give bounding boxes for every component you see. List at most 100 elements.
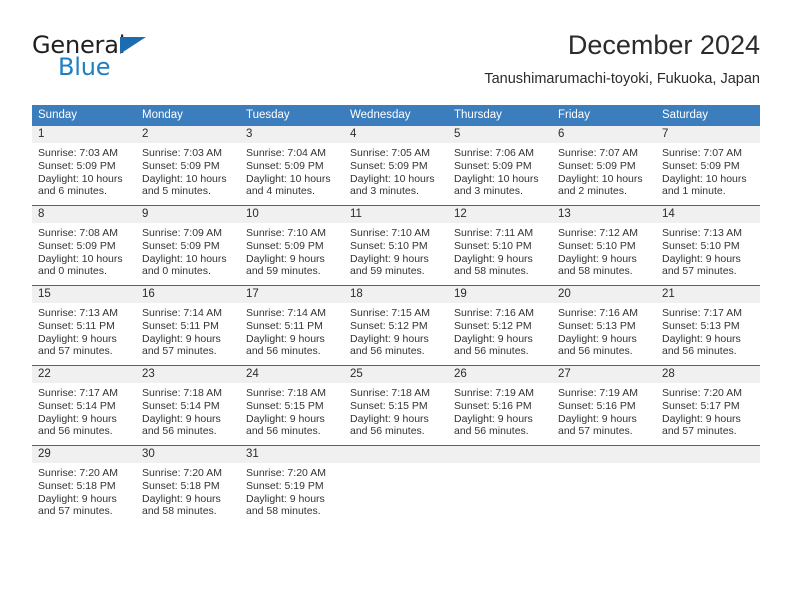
sunset-text: Sunset: 5:09 PM <box>38 239 116 252</box>
sunset-text: Sunset: 5:10 PM <box>454 239 532 252</box>
sunset-text: Sunset: 5:18 PM <box>142 479 220 492</box>
day-cell[interactable]: 12 Sunrise: 7:11 AM Sunset: 5:10 PM Dayligh… <box>448 206 552 277</box>
day-cell[interactable]: 23 Sunrise: 7:18 AM Sunset: 5:14 PM Dayligh… <box>136 366 240 437</box>
day-cell[interactable]: 3 Sunrise: 7:04 AM Sunset: 5:09 PM Daylight… <box>240 126 344 197</box>
day-cell[interactable]: 17 Sunrise: 7:14 AM Sunset: 5:11 PM Dayligh… <box>240 286 344 357</box>
title-block: December 2024 Tanushimarumachi-toyoki, F… <box>484 28 760 89</box>
day-cell[interactable]: 7 Sunrise: 7:07 AM Sunset: 5:09 PM Daylight… <box>656 126 760 197</box>
sunset-text: Sunset: 5:10 PM <box>350 239 428 252</box>
week-row: 29 Sunrise: 7:20 AM Sunset: 5:18 PM Dayligh… <box>32 445 760 517</box>
daylight-text-line1: Daylight: 9 hours <box>246 332 325 345</box>
daylight-text-line1: Daylight: 10 hours <box>558 172 643 185</box>
sunset-text: Sunset: 5:19 PM <box>246 479 324 492</box>
day-cell[interactable]: 16 Sunrise: 7:14 AM Sunset: 5:11 PM Dayligh… <box>136 286 240 357</box>
day-details: Sunrise: 7:18 AM Sunset: 5:14 PM Daylight:… <box>136 383 240 437</box>
day-details: Sunrise: 7:18 AM Sunset: 5:15 PM Daylight:… <box>240 383 344 437</box>
day-cell[interactable]: 18 Sunrise: 7:15 AM Sunset: 5:12 PM Dayligh… <box>344 286 448 357</box>
day-number: 5 <box>448 126 552 143</box>
daylight-text-line1: Daylight: 9 hours <box>662 332 741 345</box>
sunrise-text: Sunrise: 7:19 AM <box>454 387 534 399</box>
week-days: 29 Sunrise: 7:20 AM Sunset: 5:18 PM Dayligh… <box>32 446 760 517</box>
week-row: 1 Sunrise: 7:03 AM Sunset: 5:09 PM Daylight… <box>32 126 760 197</box>
daylight-text-line2: and 57 minutes. <box>38 505 113 517</box>
day-details: Sunrise: 7:06 AM Sunset: 5:09 PM Daylight:… <box>448 143 552 197</box>
day-cell[interactable]: 30 Sunrise: 7:20 AM Sunset: 5:18 PM Dayligh… <box>136 446 240 517</box>
day-details: Sunrise: 7:03 AM Sunset: 5:09 PM Daylight:… <box>32 143 136 197</box>
daylight-text-line1: Daylight: 9 hours <box>246 412 325 425</box>
day-cell[interactable]: 6 Sunrise: 7:07 AM Sunset: 5:09 PM Daylight… <box>552 126 656 197</box>
sunrise-text: Sunrise: 7:07 AM <box>558 147 638 159</box>
week-row: 8 Sunrise: 7:08 AM Sunset: 5:09 PM Daylight… <box>32 205 760 277</box>
day-details: Sunrise: 7:07 AM Sunset: 5:09 PM Daylight:… <box>656 143 760 197</box>
day-number <box>344 446 448 463</box>
sunrise-text: Sunrise: 7:04 AM <box>246 147 326 159</box>
sunset-text: Sunset: 5:11 PM <box>246 319 323 332</box>
daylight-text-line1: Daylight: 10 hours <box>38 252 123 265</box>
day-cell[interactable]: 26 Sunrise: 7:19 AM Sunset: 5:16 PM Dayligh… <box>448 366 552 437</box>
weekday-header-thursday: Thursday <box>454 109 502 121</box>
day-cell[interactable]: 11 Sunrise: 7:10 AM Sunset: 5:10 PM Dayligh… <box>344 206 448 277</box>
sunrise-text: Sunrise: 7:14 AM <box>246 307 326 319</box>
day-number: 25 <box>344 366 448 383</box>
page-subtitle: Tanushimarumachi-toyoki, Fukuoka, Japan <box>484 71 760 87</box>
sunrise-text: Sunrise: 7:07 AM <box>662 147 742 159</box>
page-header: General Blue December 2024 Tanushimaruma… <box>32 28 760 96</box>
day-number: 7 <box>656 126 760 143</box>
sunrise-text: Sunrise: 7:17 AM <box>38 387 118 399</box>
daylight-text-line1: Daylight: 9 hours <box>558 252 637 265</box>
daylight-text-line1: Daylight: 9 hours <box>142 412 221 425</box>
day-cell[interactable]: 27 Sunrise: 7:19 AM Sunset: 5:16 PM Dayligh… <box>552 366 656 437</box>
day-cell[interactable]: 25 Sunrise: 7:18 AM Sunset: 5:15 PM Dayligh… <box>344 366 448 437</box>
sunrise-text: Sunrise: 7:16 AM <box>558 307 638 319</box>
daylight-text-line2: and 57 minutes. <box>142 345 217 357</box>
day-number: 24 <box>240 366 344 383</box>
daylight-text-line2: and 6 minutes. <box>38 185 107 197</box>
sunrise-text: Sunrise: 7:13 AM <box>662 227 742 239</box>
day-cell[interactable]: 13 Sunrise: 7:12 AM Sunset: 5:10 PM Dayligh… <box>552 206 656 277</box>
sunset-text: Sunset: 5:09 PM <box>246 239 324 252</box>
daylight-text-line1: Daylight: 9 hours <box>350 412 429 425</box>
week-days: 22 Sunrise: 7:17 AM Sunset: 5:14 PM Dayligh… <box>32 366 760 437</box>
daylight-text-line1: Daylight: 9 hours <box>38 332 117 345</box>
day-cell[interactable]: 15 Sunrise: 7:13 AM Sunset: 5:11 PM Dayligh… <box>32 286 136 357</box>
day-cell-empty <box>448 446 552 517</box>
day-cell[interactable]: 29 Sunrise: 7:20 AM Sunset: 5:18 PM Dayligh… <box>32 446 136 517</box>
sunset-text: Sunset: 5:09 PM <box>142 159 220 172</box>
sunrise-text: Sunrise: 7:09 AM <box>142 227 222 239</box>
day-number: 3 <box>240 126 344 143</box>
day-cell[interactable]: 31 Sunrise: 7:20 AM Sunset: 5:19 PM Dayligh… <box>240 446 344 517</box>
day-details: Sunrise: 7:10 AM Sunset: 5:09 PM Daylight:… <box>240 223 344 277</box>
day-cell[interactable]: 24 Sunrise: 7:18 AM Sunset: 5:15 PM Dayligh… <box>240 366 344 437</box>
day-cell[interactable]: 22 Sunrise: 7:17 AM Sunset: 5:14 PM Dayligh… <box>32 366 136 437</box>
logo-wordmark-top: General <box>32 32 262 58</box>
daylight-text-line2: and 58 minutes. <box>246 505 321 517</box>
daylight-text-line1: Daylight: 9 hours <box>662 412 741 425</box>
sunset-text: Sunset: 5:12 PM <box>350 319 428 332</box>
day-cell[interactable]: 10 Sunrise: 7:10 AM Sunset: 5:09 PM Dayligh… <box>240 206 344 277</box>
day-cell[interactable]: 4 Sunrise: 7:05 AM Sunset: 5:09 PM Daylight… <box>344 126 448 197</box>
sunrise-text: Sunrise: 7:15 AM <box>350 307 430 319</box>
day-cell[interactable]: 19 Sunrise: 7:16 AM Sunset: 5:12 PM Dayligh… <box>448 286 552 357</box>
day-cell[interactable]: 14 Sunrise: 7:13 AM Sunset: 5:10 PM Dayligh… <box>656 206 760 277</box>
day-cell[interactable]: 8 Sunrise: 7:08 AM Sunset: 5:09 PM Daylight… <box>32 206 136 277</box>
day-number: 30 <box>136 446 240 463</box>
day-cell[interactable]: 9 Sunrise: 7:09 AM Sunset: 5:09 PM Daylight… <box>136 206 240 277</box>
day-cell[interactable]: 21 Sunrise: 7:17 AM Sunset: 5:13 PM Dayligh… <box>656 286 760 357</box>
day-details: Sunrise: 7:15 AM Sunset: 5:12 PM Daylight:… <box>344 303 448 357</box>
day-cell[interactable]: 2 Sunrise: 7:03 AM Sunset: 5:09 PM Daylight… <box>136 126 240 197</box>
day-cell[interactable]: 28 Sunrise: 7:20 AM Sunset: 5:17 PM Dayligh… <box>656 366 760 437</box>
weekday-header-monday: Monday <box>142 109 183 121</box>
day-cell[interactable]: 1 Sunrise: 7:03 AM Sunset: 5:09 PM Daylight… <box>32 126 136 197</box>
day-number: 14 <box>656 206 760 223</box>
sunset-text: Sunset: 5:09 PM <box>350 159 428 172</box>
daylight-text-line2: and 56 minutes. <box>142 425 217 437</box>
daylight-text-line1: Daylight: 10 hours <box>454 172 539 185</box>
sunrise-text: Sunrise: 7:20 AM <box>246 467 326 479</box>
day-details: Sunrise: 7:13 AM Sunset: 5:10 PM Daylight:… <box>656 223 760 277</box>
day-cell[interactable]: 20 Sunrise: 7:16 AM Sunset: 5:13 PM Dayligh… <box>552 286 656 357</box>
day-cell[interactable]: 5 Sunrise: 7:06 AM Sunset: 5:09 PM Daylight… <box>448 126 552 197</box>
week-row: 22 Sunrise: 7:17 AM Sunset: 5:14 PM Dayligh… <box>32 365 760 437</box>
sunset-text: Sunset: 5:09 PM <box>662 159 740 172</box>
day-details: Sunrise: 7:14 AM Sunset: 5:11 PM Daylight:… <box>136 303 240 357</box>
generalblue-logo[interactable]: General Blue <box>32 32 262 90</box>
